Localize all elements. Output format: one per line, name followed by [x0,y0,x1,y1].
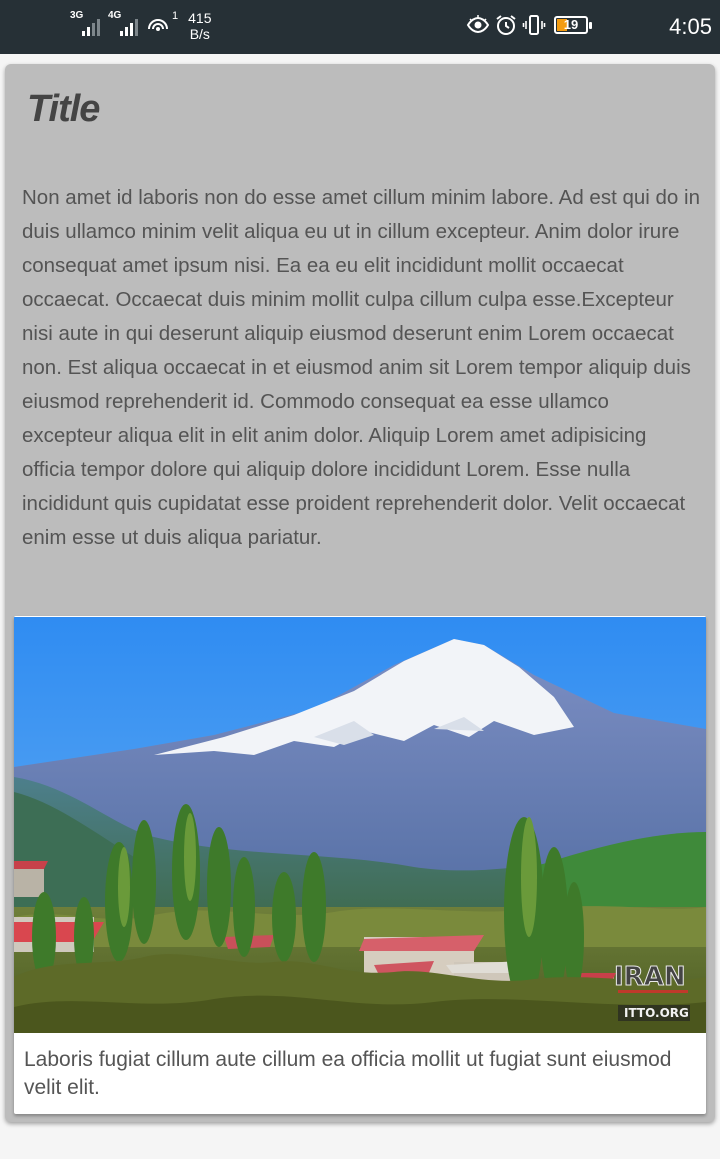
signal-4g-icon: 4G [108,10,138,38]
vibrate-icon [522,15,546,35]
signal-3g-icon: 3G [70,10,100,38]
network-speed: 415 B/s [188,10,211,42]
clock: 4:05 [669,14,712,39]
mountain-photo: IRAN ITTO.ORG [14,617,706,1033]
hotspot-icon [148,19,168,31]
watermark-url: ITTO.ORG [624,1006,689,1020]
speed-value: 415 [188,10,212,26]
status-bar: 3G 4G 1 415 B/s 19 4:05 [0,0,720,54]
eye-icon [466,15,490,34]
battery-icon: 19 [554,16,592,34]
status-bar-left: 3G 4G 1 415 B/s [70,10,211,42]
card-title: Title [27,88,100,130]
watermark-logo: IRAN ITTO.ORG [614,962,690,1021]
battery-level: 19 [563,17,579,32]
content-card: Title Non amet id laboris non do esse am… [5,64,715,1122]
alarm-icon [496,15,516,35]
media-card[interactable]: IRAN ITTO.ORG Laboris fugiat cillum aute… [14,616,706,1114]
card-body-text: Non amet id laboris non do esse amet cil… [22,186,700,549]
image-caption: Laboris fugiat cillum aute cillum ea off… [24,1048,672,1099]
watermark-logo-text: IRAN [614,962,686,992]
hotspot-count: 1 [172,10,179,22]
status-bar-right: 19 [466,13,592,37]
speed-unit: B/s [189,26,210,42]
